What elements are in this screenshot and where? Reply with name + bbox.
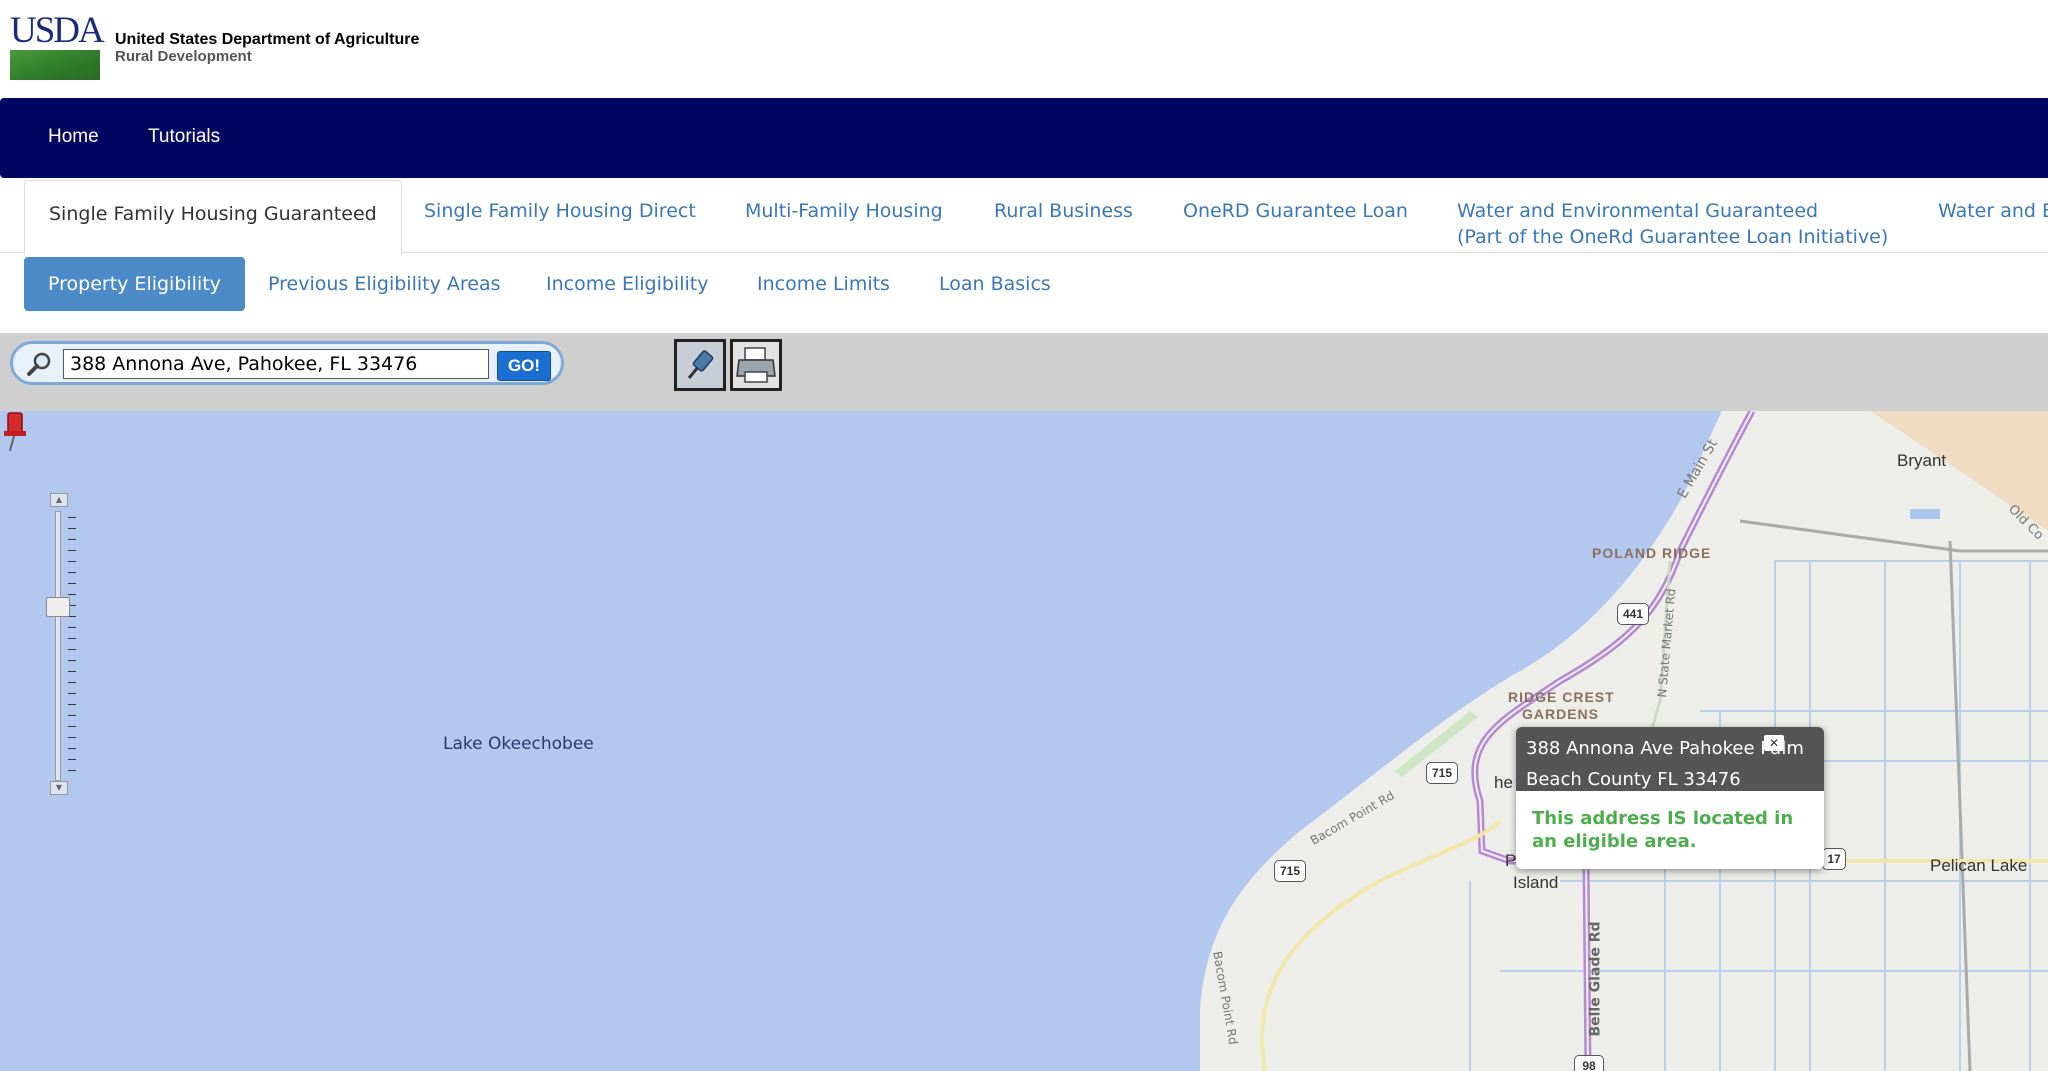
tab-water-env-guaranteed[interactable]: Water and Environmental Guaranteed (Part…: [1457, 178, 1888, 248]
tab-label: Water and Environmental Guaranteed: [1457, 200, 1819, 222]
map-view[interactable]: Lake Okeechobee Bryant POLAND RIDGE RIDG…: [0, 411, 2048, 1071]
place-poland-ridge: POLAND RIDGE: [1592, 545, 1712, 561]
tab-label: Single Family Housing Guaranteed: [49, 203, 377, 225]
tab-sfh-guaranteed[interactable]: Single Family Housing Guaranteed: [24, 180, 402, 255]
tab-sfh-direct[interactable]: Single Family Housing Direct: [424, 178, 696, 238]
zoom-thumb[interactable]: [46, 597, 70, 617]
eligibility-popup: 388 Annona Ave Pahokee Palm Beach County…: [1516, 727, 1824, 869]
tab-label-2: (Part of the OneRd Guarantee Loan Initia…: [1457, 226, 1889, 248]
tab-label: Single Family Housing Direct: [424, 200, 696, 222]
tab-onerd-guarantee[interactable]: OneRD Guarantee Loan: [1183, 178, 1408, 238]
search-icon: [27, 352, 51, 376]
subtab-loan-basics[interactable]: Loan Basics: [939, 257, 1051, 311]
print-button[interactable]: [730, 339, 782, 391]
sub-tabs: Property Eligibility Previous Eligibilit…: [0, 253, 2048, 333]
place-island: Island: [1513, 873, 1559, 892]
place-ridge-crest-1: RIDGE CREST: [1508, 689, 1615, 705]
lake-label: Lake Okeechobee: [443, 734, 594, 754]
popup-address-line2: Beach County FL 33476: [1526, 769, 1741, 790]
subtab-previous-eligibility[interactable]: Previous Eligibility Areas: [268, 257, 501, 311]
address-search: GO!: [10, 341, 564, 385]
top-nav: Home Tutorials: [0, 98, 2048, 178]
place-island-initial: P: [1505, 851, 1517, 870]
popup-close-icon[interactable]: ✕: [1764, 735, 1784, 751]
eligibility-message: This address IS located in an eligible a…: [1532, 808, 1794, 852]
zoom-out-button[interactable]: ▼: [50, 781, 68, 795]
tab-label: Rural Business: [994, 200, 1133, 222]
place-bryant: Bryant: [1897, 451, 1947, 470]
tab-label: Multi-Family Housing: [745, 200, 943, 222]
shield-441: 441: [1617, 603, 1649, 625]
usda-logo[interactable]: USDA: [10, 12, 105, 49]
program-tabs: Single Family Housing Guaranteed Single …: [0, 178, 2048, 255]
subtab-income-eligibility[interactable]: Income Eligibility: [546, 257, 708, 311]
tab-water-env-more[interactable]: Water and E: [1938, 178, 2048, 238]
shield-715-b: 715: [1274, 860, 1306, 882]
place-pelican-lake: Pelican Lake: [1930, 856, 2028, 875]
nav-home-link[interactable]: Home: [48, 126, 99, 148]
address-input[interactable]: [63, 349, 489, 379]
go-button[interactable]: GO!: [497, 351, 551, 381]
agency-line2: Rural Development: [115, 47, 252, 65]
shield-98: 98: [1574, 1055, 1604, 1071]
road-belle-glade: Belle Glade Rd: [1587, 921, 1604, 1037]
nav-tutorials-link[interactable]: Tutorials: [148, 126, 220, 148]
agency-name: United States Department of Agriculture …: [115, 31, 419, 65]
pin-tool-button[interactable]: [674, 339, 726, 391]
subtab-property-eligibility[interactable]: Property Eligibility: [24, 257, 245, 311]
printer-icon: [733, 342, 779, 388]
agency-line1: United States Department of Agriculture: [115, 31, 420, 48]
place-pahokee-partial: he: [1494, 773, 1513, 792]
zoom-slider[interactable]: ▲ ▼: [46, 493, 76, 795]
zoom-in-button[interactable]: ▲: [50, 493, 68, 507]
location-pin-icon[interactable]: [0, 411, 28, 451]
subtab-income-limits[interactable]: Income Limits: [757, 257, 890, 311]
tab-multi-family[interactable]: Multi-Family Housing: [745, 178, 943, 238]
usda-logo-field: [10, 50, 100, 80]
shield-17: 17: [1822, 848, 1846, 870]
tab-label: Water and E: [1938, 200, 2048, 222]
zoom-track[interactable]: [55, 511, 61, 781]
pushpin-icon: [677, 342, 723, 388]
tab-rural-business[interactable]: Rural Business: [994, 178, 1133, 238]
zoom-ticks: [68, 517, 76, 779]
map-toolbar: GO!: [0, 333, 2048, 413]
shield-715-a: 715: [1426, 762, 1458, 784]
site-header: USDA United States Department of Agricul…: [0, 0, 2048, 98]
place-ridge-crest-2: GARDENS: [1522, 706, 1600, 722]
tab-label: OneRD Guarantee Loan: [1183, 200, 1408, 222]
